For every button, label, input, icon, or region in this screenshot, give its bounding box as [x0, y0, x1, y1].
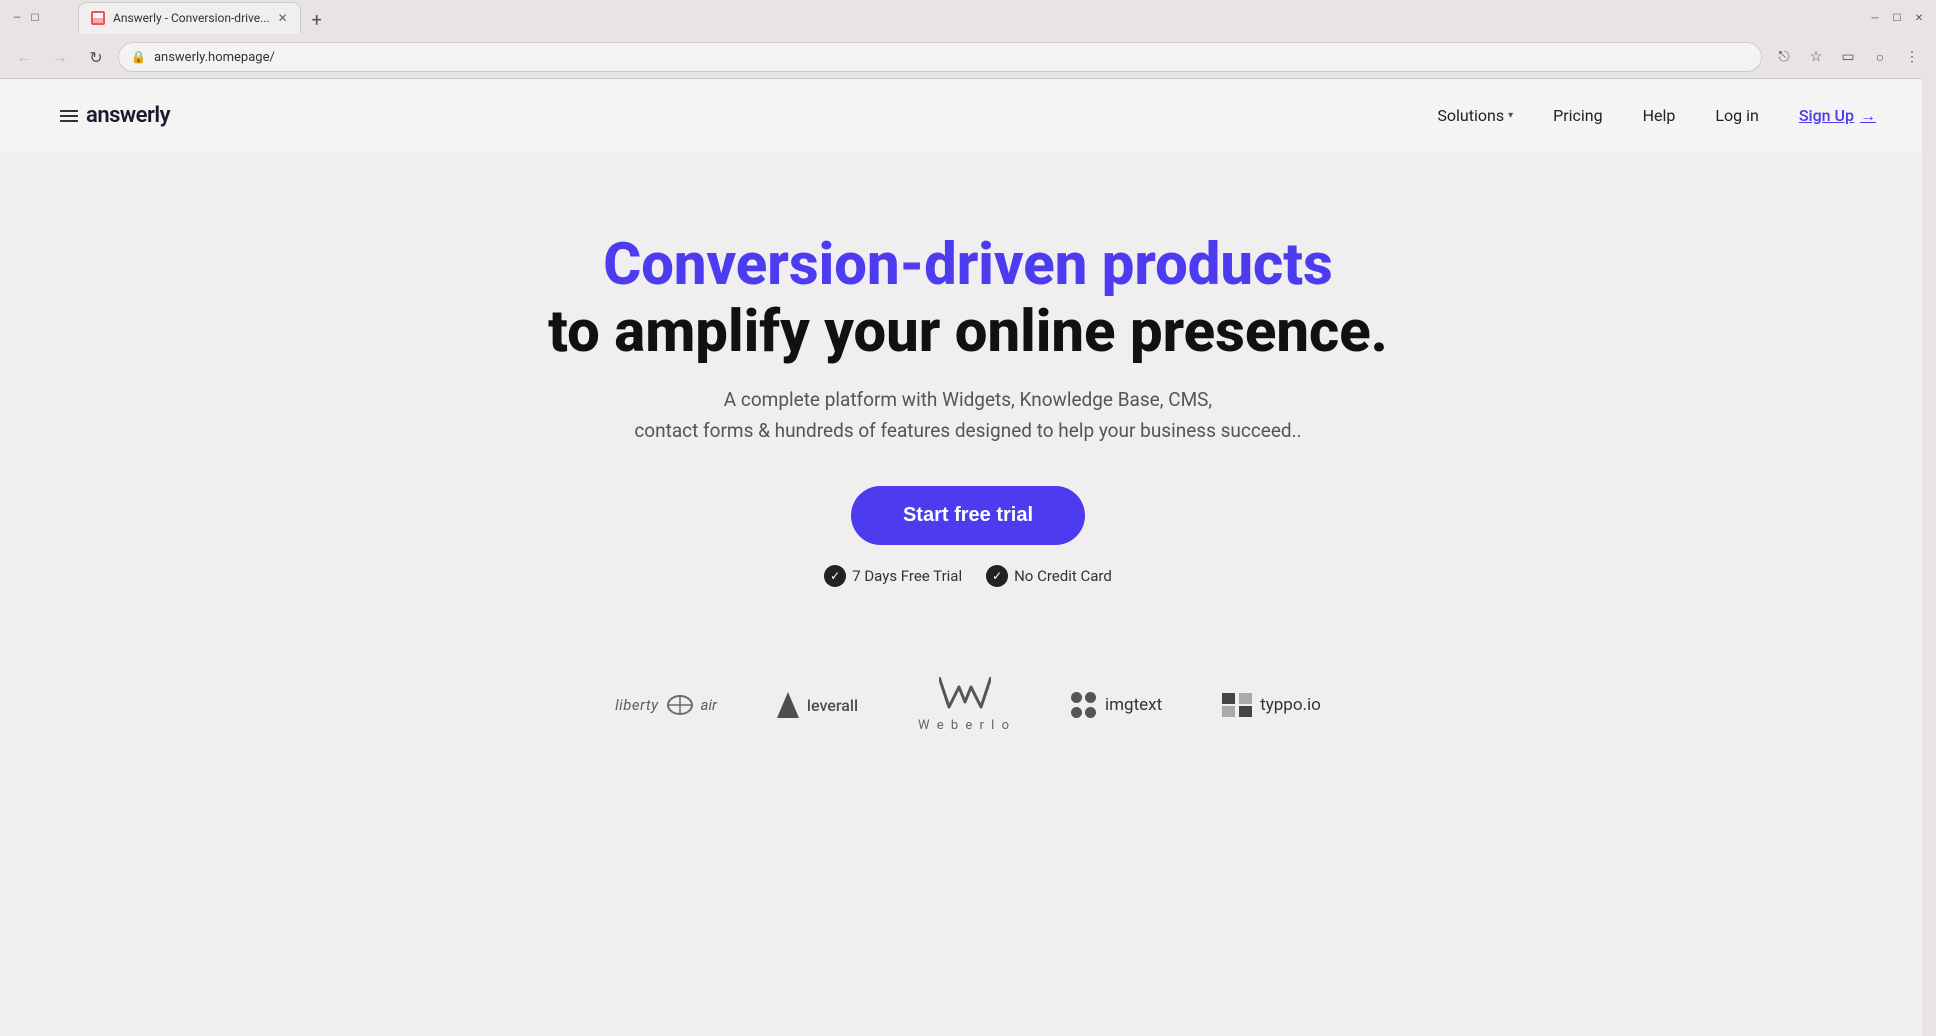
hamburger-line [60, 115, 78, 117]
check-icon-cc: ✓ [986, 565, 1008, 587]
toolbar-right: ⎋ ☆ ▭ ○ ⋮ [1770, 43, 1926, 71]
url-display: answerly.homepage/ [154, 50, 1749, 65]
new-tab-button[interactable]: + [303, 6, 331, 34]
logo-typpo: typpo.io [1222, 693, 1321, 717]
typpo-text: typpo.io [1260, 695, 1321, 715]
hero-title-black: to amplify your online presence. [548, 298, 1388, 366]
weberlo-text: W e b e r l o [918, 718, 1011, 733]
logo-imgtext: imgtext [1071, 692, 1162, 718]
weberlo-svg [939, 677, 991, 711]
refresh-button[interactable]: ↻ [82, 43, 110, 71]
navbar: answerly Solutions ▾ Pricing Help Log in… [0, 79, 1936, 152]
liberty-air-icon [667, 695, 693, 715]
leverall-icon [777, 692, 799, 718]
refresh-icon: ↻ [89, 48, 102, 67]
bookmark-icon[interactable]: ☆ [1802, 43, 1830, 71]
nav-help[interactable]: Help [1643, 106, 1676, 125]
hero-title: Conversion-driven products to amplify yo… [20, 232, 1916, 365]
browser-toolbar: ← → ↻ 🔒 answerly.homepage/ ⎋ ☆ ▭ ○ ⋮ [0, 36, 1936, 78]
hero-section: Conversion-driven products to amplify yo… [0, 152, 1936, 627]
hero-subtitle: A complete platform with Widgets, Knowle… [20, 385, 1916, 446]
imgtext-icon [1071, 692, 1097, 718]
window-maximize[interactable]: ☐ [28, 11, 42, 25]
brand-logo[interactable]: answerly [60, 103, 170, 128]
check-icon-trial: ✓ [824, 565, 846, 587]
tab-favicon [91, 11, 105, 25]
logos-section: liberty air leverall W e b e r l o [0, 627, 1936, 773]
badge-trial-text: 7 Days Free Trial [852, 567, 962, 585]
chrome-restore[interactable]: ☐ [1890, 11, 1904, 25]
hero-title-colored: Conversion-driven products [603, 231, 1333, 299]
chevron-down-icon: ▾ [1508, 110, 1513, 121]
scrollbar[interactable] [1922, 0, 1936, 1036]
tab-bar: Answerly - Conversion-drive... ✕ + [68, 2, 341, 34]
hamburger-menu[interactable] [60, 110, 78, 122]
navbar-links: Solutions ▾ Pricing Help Log in Sign Up … [1437, 106, 1876, 126]
nav-pricing[interactable]: Pricing [1553, 106, 1603, 125]
hamburger-line [60, 120, 78, 122]
cta-start-trial-button[interactable]: Start free trial [851, 486, 1085, 545]
typpo-icon [1222, 693, 1252, 717]
tab-close-button[interactable]: ✕ [278, 11, 288, 25]
brand-name: answerly [86, 103, 170, 128]
badge-no-cc: ✓ No Credit Card [986, 565, 1112, 587]
forward-button[interactable]: → [46, 43, 74, 71]
weberlo-w-icon [939, 677, 991, 716]
sidebar-toggle-icon[interactable]: ▭ [1834, 43, 1862, 71]
browser-titlebar: — ☐ Answerly - Conversion-drive... ✕ + ─… [0, 0, 1936, 36]
address-bar[interactable]: 🔒 answerly.homepage/ [118, 42, 1762, 72]
leverall-text: leverall [807, 696, 858, 715]
arrow-right-icon: → [1860, 106, 1876, 126]
active-tab[interactable]: Answerly - Conversion-drive... ✕ [78, 2, 301, 34]
liberty-air-text: liberty [615, 696, 658, 714]
chrome-minimize[interactable]: ─ [1868, 11, 1882, 25]
back-button[interactable]: ← [10, 43, 38, 71]
page-content: answerly Solutions ▾ Pricing Help Log in… [0, 79, 1936, 1005]
logo-liberty-air: liberty air [615, 695, 717, 715]
hamburger-line [60, 110, 78, 112]
logo-weberlo: W e b e r l o [918, 677, 1011, 733]
profile-icon[interactable]: ○ [1866, 43, 1894, 71]
liberty-air-label: air [701, 696, 717, 714]
lock-icon: 🔒 [131, 50, 146, 64]
badge-no-cc-text: No Credit Card [1014, 567, 1112, 585]
window-close[interactable] [46, 11, 60, 25]
browser-chrome: — ☐ Answerly - Conversion-drive... ✕ + ─… [0, 0, 1936, 79]
imgtext-text: imgtext [1105, 695, 1162, 715]
nav-signup[interactable]: Sign Up → [1799, 106, 1876, 126]
badge-trial: ✓ 7 Days Free Trial [824, 565, 962, 587]
window-controls: — ☐ [10, 11, 60, 25]
window-minimize[interactable]: — [10, 11, 24, 25]
tab-title: Answerly - Conversion-drive... [113, 11, 270, 25]
back-icon: ← [16, 47, 32, 67]
logo-leverall: leverall [777, 692, 858, 718]
nav-login[interactable]: Log in [1715, 106, 1758, 125]
forward-icon: → [52, 47, 68, 67]
cta-badges: ✓ 7 Days Free Trial ✓ No Credit Card [20, 565, 1916, 587]
nav-solutions[interactable]: Solutions ▾ [1437, 106, 1513, 125]
share-icon[interactable]: ⎋ [1770, 43, 1798, 71]
